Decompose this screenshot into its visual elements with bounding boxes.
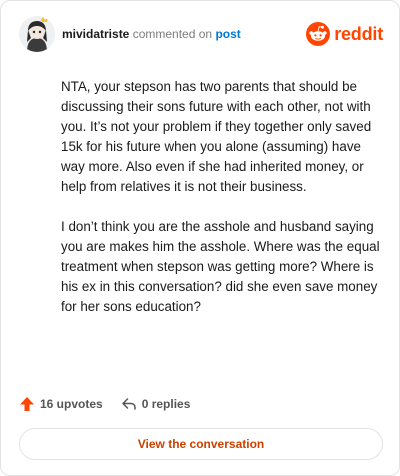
upvote-arrow-icon: [20, 397, 34, 411]
comment-meta: mividatriste commented on post: [62, 27, 241, 41]
replies-stat[interactable]: 0 replies: [121, 396, 191, 412]
reddit-wordmark: reddit: [334, 23, 383, 44]
post-link[interactable]: post: [215, 27, 240, 41]
comment-paragraph-2: I don’t think you are the asshole and hu…: [61, 219, 380, 314]
replies-label: 0 replies: [141, 397, 191, 411]
reply-arrow-icon: [121, 398, 136, 410]
comment-paragraph-1: NTA, your stepson has two parents that s…: [61, 79, 372, 194]
action-text: commented on: [132, 27, 213, 41]
reddit-logo[interactable]: reddit: [306, 21, 383, 47]
embedded-comment-card: mividatriste commented on post reddit NT…: [0, 0, 400, 476]
comment-footer: 16 upvotes 0 replies: [19, 394, 208, 414]
comment-header: mividatriste commented on post reddit: [19, 15, 383, 52]
comment-body: NTA, your stepson has two parents that s…: [61, 77, 381, 337]
upvotes-label: 16 upvotes: [40, 397, 103, 411]
username-link[interactable]: mividatriste: [62, 27, 129, 41]
user-avatar-icon[interactable]: [19, 16, 55, 52]
reddit-snoo-icon: [306, 22, 331, 46]
view-conversation-button[interactable]: View the conversation: [19, 428, 383, 460]
upvotes-stat[interactable]: 16 upvotes: [19, 396, 103, 412]
